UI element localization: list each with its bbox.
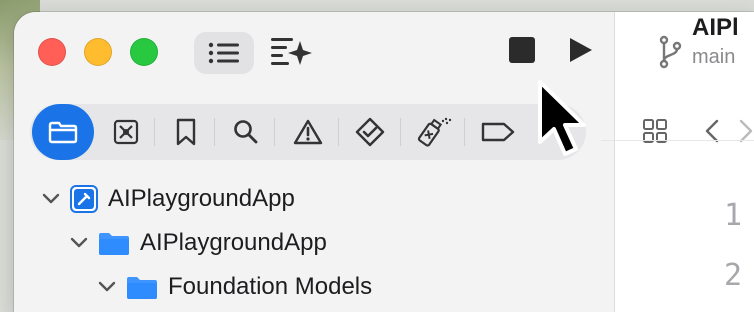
navigator-separator [400, 118, 401, 146]
stop-icon [509, 37, 535, 63]
tree-item-label: AIPlaygroundApp [140, 229, 327, 256]
folder-icon [48, 121, 78, 144]
navigator-separator [214, 118, 215, 146]
bookmark-icon [176, 118, 196, 146]
play-icon [570, 38, 592, 62]
breakpoint-navigator-tab[interactable] [476, 110, 520, 154]
project-title: AIPl [692, 14, 739, 41]
tree-item-label: Foundation Models [168, 273, 373, 300]
folder-icon [98, 230, 130, 256]
minimize-window-button[interactable] [84, 38, 112, 66]
branch-name: main [692, 46, 736, 68]
stop-button[interactable] [502, 30, 542, 70]
coding-assistant-button[interactable] [266, 32, 318, 74]
sidebar-list-icon [208, 42, 239, 64]
sparkle-icon [271, 38, 312, 65]
magnifier-icon [234, 120, 258, 144]
tree-row-folder[interactable]: Foundation Models [96, 270, 372, 304]
issue-navigator-tab[interactable] [286, 110, 330, 154]
source-control-navigator-tab[interactable] [104, 110, 148, 154]
navigator-separator [464, 118, 465, 146]
related-items-button[interactable] [640, 116, 670, 146]
navigator-separator [274, 118, 275, 146]
source-control-icon [113, 119, 139, 145]
find-navigator-tab[interactable] [224, 110, 268, 154]
navigator-separator [338, 118, 339, 146]
debug-spray-icon [417, 117, 452, 147]
chevron-down-icon[interactable] [96, 276, 118, 298]
tree-row-project[interactable]: AIPlaygroundApp [40, 182, 295, 216]
editor-header-divider [601, 140, 754, 141]
line-number: 1 [724, 198, 743, 233]
line-number: 2 [724, 258, 743, 293]
bookmarks-navigator-tab[interactable] [164, 110, 208, 154]
back-button[interactable] [700, 116, 724, 146]
navigator-toggle-button[interactable] [194, 32, 254, 74]
project-navigator-tab[interactable] [32, 104, 94, 160]
xcode-project-icon [70, 185, 98, 213]
navigator-separator [154, 118, 155, 146]
folder-icon [126, 274, 158, 300]
chevron-down-icon[interactable] [68, 232, 90, 254]
tree-item-label: AIPlaygroundApp [108, 185, 295, 212]
test-diamond-icon [355, 117, 385, 147]
chevron-down-icon[interactable] [40, 188, 62, 210]
debug-navigator-tab[interactable] [412, 110, 456, 154]
zoom-window-button[interactable] [130, 38, 158, 66]
run-button[interactable] [560, 30, 600, 70]
xcode-window [14, 12, 754, 312]
branch-icon [659, 35, 682, 69]
tree-row-folder[interactable]: AIPlaygroundApp [68, 226, 327, 260]
mouse-pointer-icon [538, 80, 586, 156]
tag-icon [481, 122, 515, 142]
forward-button[interactable] [738, 116, 754, 146]
test-navigator-tab[interactable] [348, 110, 392, 154]
close-window-button[interactable] [38, 38, 66, 66]
warning-icon [293, 119, 323, 145]
